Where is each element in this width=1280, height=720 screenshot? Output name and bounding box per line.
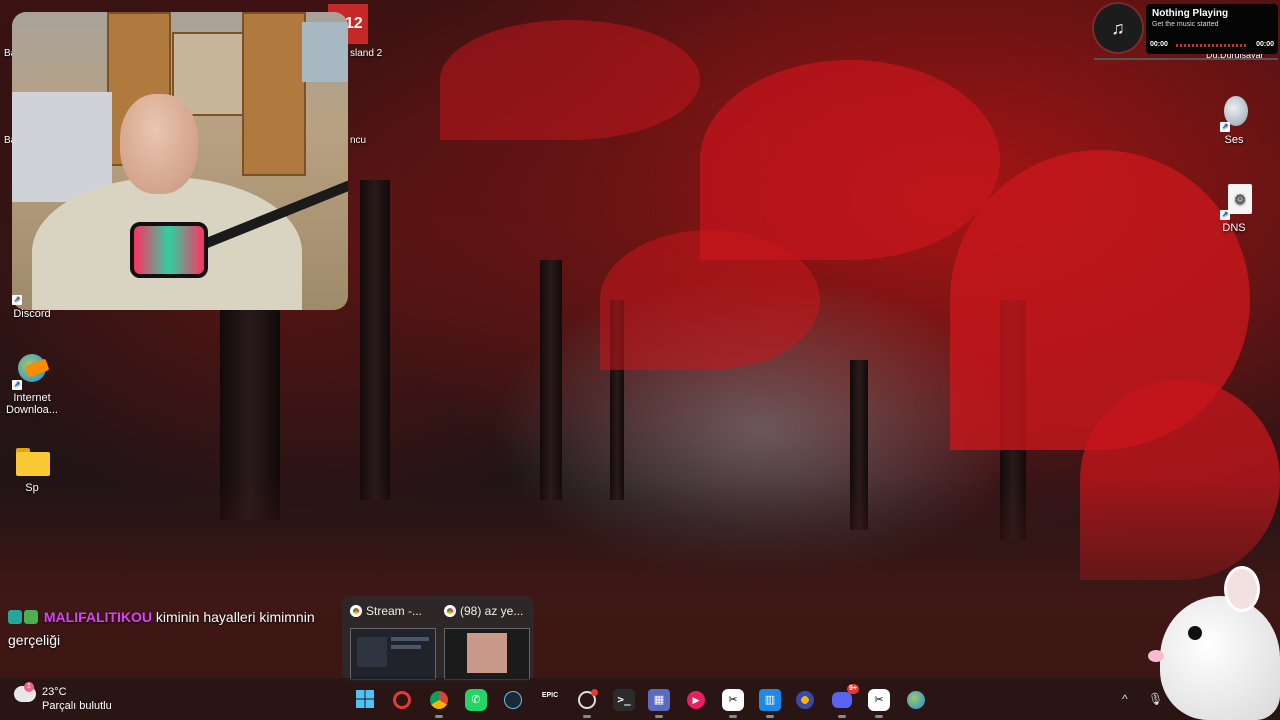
- dns-settings-icon: ⚙ ↗: [1216, 182, 1252, 220]
- bed: [12, 92, 112, 202]
- chat-badge-icon: [8, 610, 22, 624]
- speaker-icon: ↗: [1216, 94, 1252, 132]
- thumbnail-title: Stream -...: [366, 604, 423, 618]
- music-title: Nothing Playing: [1152, 8, 1229, 19]
- hamster-overlay: [1140, 566, 1280, 720]
- music-time-start: 00:00: [1150, 41, 1168, 48]
- desktop-icon-label: Internet Downloa...: [6, 392, 58, 416]
- microphone: [130, 222, 208, 278]
- desktop-icon-label-partial: ncu: [350, 135, 367, 146]
- thumbnail-title: (98) az ye...: [460, 604, 524, 618]
- taskbar: [0, 678, 1280, 720]
- desktop-icon-discord[interactable]: ↗ Discord: [0, 292, 64, 320]
- calculator-icon[interactable]: ▦: [648, 689, 670, 718]
- steam-icon[interactable]: [502, 689, 524, 711]
- capcut-icon[interactable]: ✂: [722, 689, 744, 718]
- shortcut-arrow-icon: ↗: [12, 295, 22, 305]
- thumbnail-preview: [444, 628, 530, 680]
- epic-games-icon[interactable]: EPIC: [539, 689, 561, 711]
- chat-message-text: kiminin hayalleri kimimnin: [155, 609, 315, 625]
- folder-icon: [14, 442, 50, 478]
- music-time-end: 00:00: [1256, 41, 1274, 48]
- music-card: Nothing Playing Get the music started 00…: [1146, 4, 1278, 54]
- media-player-icon[interactable]: ▶: [685, 689, 707, 711]
- person-head: [120, 94, 198, 194]
- opera-gx-icon[interactable]: [391, 689, 413, 711]
- desktop-icon-label: Sp: [25, 482, 39, 494]
- start-button[interactable]: [354, 689, 376, 711]
- desktop-icon-label: Discord: [13, 308, 51, 320]
- discord-notification-badge: 9+: [847, 684, 859, 694]
- shortcut-arrow-icon: ↗: [1220, 210, 1230, 220]
- red-foliage: [600, 230, 820, 370]
- desktop-icon-sp-folder[interactable]: Sp: [0, 442, 64, 494]
- chat-username: MALIFALITIKOU: [43, 609, 152, 625]
- capcut-icon-2[interactable]: ✂: [868, 689, 890, 718]
- weather-badge: 1: [24, 682, 34, 692]
- red-foliage: [440, 20, 700, 140]
- cabinet: [242, 12, 306, 176]
- desktop-icon-internet-download-manager[interactable]: ↗ Internet Downloa...: [0, 352, 64, 416]
- tree-trunk: [540, 260, 562, 500]
- game-icon[interactable]: [794, 689, 816, 711]
- desktop-icon-label: DNS: [1222, 222, 1246, 234]
- window-thumbnail[interactable]: Stream -...: [346, 600, 436, 680]
- red-foliage: [700, 60, 1000, 260]
- chrome-icon: [444, 605, 456, 617]
- desktop-icon-ses[interactable]: ↗ Ses: [1202, 94, 1266, 146]
- shortcut-arrow-icon: ↗: [12, 380, 22, 390]
- window-thumbnail[interactable]: (98) az ye...: [440, 600, 530, 680]
- chrome-icon: [350, 605, 362, 617]
- music-note-icon[interactable]: ♫: [1094, 4, 1142, 52]
- chat-badge-icon: [24, 610, 38, 624]
- music-widget[interactable]: ♫ Nothing Playing Get the music started …: [1092, 0, 1280, 60]
- system-tray-chevron-icon[interactable]: ^: [1122, 692, 1128, 706]
- music-progress-bar[interactable]: [1176, 44, 1246, 47]
- chrome-icon[interactable]: [428, 689, 450, 718]
- tree-trunk: [360, 180, 390, 500]
- whatsapp-icon[interactable]: ✆: [465, 689, 487, 711]
- desktop-icon-dns[interactable]: ⚙ ↗ DNS: [1202, 182, 1266, 234]
- taskbar-thumbnail-popup: Stream -... (98) az ye...: [342, 596, 534, 682]
- thumbnail-preview: [350, 628, 436, 680]
- shortcut-arrow-icon: ↗: [1220, 122, 1230, 132]
- chat-message: MALIFALITIKOU kiminin hayalleri kimimnin…: [8, 606, 353, 652]
- internet-download-manager-icon: ↗: [12, 352, 50, 390]
- windows-logo-icon: [356, 690, 374, 708]
- music-widget-underline: [1094, 58, 1278, 60]
- weather-temperature: 23°C: [42, 686, 67, 698]
- webcam-overlay: [12, 12, 348, 310]
- window: [302, 22, 348, 82]
- terminal-icon[interactable]: >_: [613, 689, 635, 711]
- obs-icon[interactable]: [576, 689, 598, 718]
- chat-message-text: gerçeliği: [8, 632, 61, 648]
- idm-icon[interactable]: [905, 689, 927, 711]
- desktop-icon-label: Ses: [1224, 134, 1244, 146]
- store-icon[interactable]: ▥: [759, 689, 781, 718]
- music-subtitle: Get the music started: [1152, 21, 1219, 28]
- cloudy-weather-icon: 1: [14, 682, 36, 702]
- weather-description: Parçalı bulutlu: [42, 700, 112, 712]
- desktop-icon-label-partial: sland 2: [350, 48, 383, 59]
- discord-icon[interactable]: 9+: [831, 684, 859, 718]
